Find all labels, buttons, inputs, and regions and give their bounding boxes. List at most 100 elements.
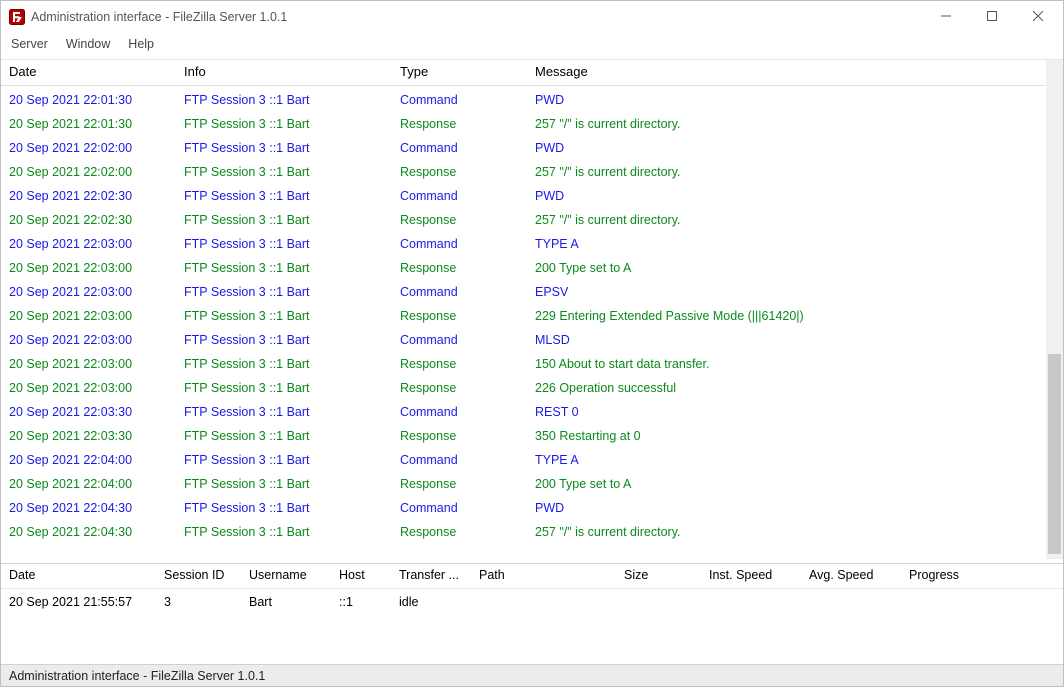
log-cell-message: REST 0: [535, 400, 1046, 424]
log-header-info[interactable]: Info: [184, 64, 400, 79]
log-row[interactable]: 20 Sep 2021 22:02:00FTP Session 3 ::1 Ba…: [9, 136, 1046, 160]
log-cell-date: 20 Sep 2021 22:03:00: [9, 232, 184, 256]
log-cell-message: TYPE A: [535, 448, 1046, 472]
log-header-message[interactable]: Message: [535, 64, 1046, 79]
log-cell-info: FTP Session 3 ::1 Bart: [184, 280, 400, 304]
log-header-date[interactable]: Date: [9, 64, 184, 79]
log-cell-date: 20 Sep 2021 22:03:00: [9, 280, 184, 304]
log-row[interactable]: 20 Sep 2021 22:03:00FTP Session 3 ::1 Ba…: [9, 328, 1046, 352]
log-cell-type: Response: [400, 112, 535, 136]
log-cell-date: 20 Sep 2021 22:03:30: [9, 424, 184, 448]
log-cell-message: PWD: [535, 136, 1046, 160]
log-row[interactable]: 20 Sep 2021 22:03:00FTP Session 3 ::1 Ba…: [9, 256, 1046, 280]
log-body[interactable]: 20 Sep 2021 22:01:30FTP Session 3 ::1 Ba…: [1, 86, 1046, 546]
menu-server[interactable]: Server: [9, 35, 50, 53]
sessions-cell-date: 20 Sep 2021 21:55:57: [9, 591, 164, 613]
log-cell-info: FTP Session 3 ::1 Bart: [184, 328, 400, 352]
statusbar-text: Administration interface - FileZilla Ser…: [9, 669, 265, 683]
sessions-cell-size: [624, 591, 709, 613]
minimize-button[interactable]: [923, 1, 969, 31]
log-row[interactable]: 20 Sep 2021 22:03:30FTP Session 3 ::1 Ba…: [9, 400, 1046, 424]
log-cell-info: FTP Session 3 ::1 Bart: [184, 184, 400, 208]
log-row[interactable]: 20 Sep 2021 22:03:00FTP Session 3 ::1 Ba…: [9, 280, 1046, 304]
log-cell-date: 20 Sep 2021 22:02:00: [9, 136, 184, 160]
log-cell-type: Response: [400, 376, 535, 400]
log-cell-date: 20 Sep 2021 22:03:00: [9, 256, 184, 280]
maximize-button[interactable]: [969, 1, 1015, 31]
log-cell-message: 257 "/" is current directory.: [535, 208, 1046, 232]
log-cell-date: 20 Sep 2021 22:02:30: [9, 208, 184, 232]
log-cell-type: Command: [400, 328, 535, 352]
log-cell-message: 200 Type set to A: [535, 472, 1046, 496]
log-scrollbar[interactable]: [1046, 60, 1063, 559]
log-row[interactable]: 20 Sep 2021 22:03:00FTP Session 3 ::1 Ba…: [9, 232, 1046, 256]
sessions-header-username[interactable]: Username: [249, 568, 339, 582]
log-cell-info: FTP Session 3 ::1 Bart: [184, 424, 400, 448]
log-cell-date: 20 Sep 2021 22:03:00: [9, 376, 184, 400]
close-button[interactable]: [1015, 1, 1061, 31]
log-row[interactable]: 20 Sep 2021 22:04:00FTP Session 3 ::1 Ba…: [9, 472, 1046, 496]
sessions-header-host[interactable]: Host: [339, 568, 399, 582]
sessions-header-instspeed[interactable]: Inst. Speed: [709, 568, 809, 582]
log-cell-date: 20 Sep 2021 22:04:30: [9, 496, 184, 520]
log-cell-message: EPSV: [535, 280, 1046, 304]
window-controls: [923, 1, 1061, 33]
log-row[interactable]: 20 Sep 2021 22:04:30FTP Session 3 ::1 Ba…: [9, 520, 1046, 544]
window-title: Administration interface - FileZilla Ser…: [31, 10, 287, 24]
log-row[interactable]: 20 Sep 2021 22:02:00FTP Session 3 ::1 Ba…: [9, 160, 1046, 184]
log-row[interactable]: 20 Sep 2021 22:01:30FTP Session 3 ::1 Ba…: [9, 88, 1046, 112]
log-cell-date: 20 Sep 2021 22:03:00: [9, 304, 184, 328]
sessions-row[interactable]: 20 Sep 2021 21:55:573Bart::1idle: [9, 591, 1063, 613]
sessions-body[interactable]: 20 Sep 2021 21:55:573Bart::1idle: [1, 589, 1063, 615]
log-header-type[interactable]: Type: [400, 64, 535, 79]
sessions-cell-progress: [909, 591, 1063, 613]
log-cell-message: 350 Restarting at 0: [535, 424, 1046, 448]
sessions-header-path[interactable]: Path: [479, 568, 624, 582]
sessions-cell-session_id: 3: [164, 591, 249, 613]
log-scroll-thumb[interactable]: [1048, 354, 1061, 554]
log-cell-message: 257 "/" is current directory.: [535, 520, 1046, 544]
sessions-header-transfer[interactable]: Transfer ...: [399, 568, 479, 582]
log-cell-type: Response: [400, 304, 535, 328]
log-row[interactable]: 20 Sep 2021 22:03:00FTP Session 3 ::1 Ba…: [9, 376, 1046, 400]
log-row[interactable]: 20 Sep 2021 22:01:30FTP Session 3 ::1 Ba…: [9, 112, 1046, 136]
log-cell-message: 257 "/" is current directory.: [535, 112, 1046, 136]
log-panel: Date Info Type Message 20 Sep 2021 22:01…: [1, 60, 1063, 564]
sessions-header-sessionid[interactable]: Session ID: [164, 568, 249, 582]
log-cell-info: FTP Session 3 ::1 Bart: [184, 352, 400, 376]
log-row[interactable]: 20 Sep 2021 22:03:30FTP Session 3 ::1 Ba…: [9, 424, 1046, 448]
log-row[interactable]: 20 Sep 2021 22:04:30FTP Session 3 ::1 Ba…: [9, 496, 1046, 520]
menu-window[interactable]: Window: [64, 35, 112, 53]
log-cell-message: PWD: [535, 88, 1046, 112]
log-cell-type: Response: [400, 160, 535, 184]
log-cell-info: FTP Session 3 ::1 Bart: [184, 136, 400, 160]
log-cell-type: Response: [400, 352, 535, 376]
log-cell-message: 257 "/" is current directory.: [535, 160, 1046, 184]
sessions-header-progress[interactable]: Progress: [909, 568, 1063, 582]
menu-help[interactable]: Help: [126, 35, 156, 53]
log-cell-type: Response: [400, 520, 535, 544]
log-cell-type: Command: [400, 448, 535, 472]
log-row[interactable]: 20 Sep 2021 22:02:30FTP Session 3 ::1 Ba…: [9, 208, 1046, 232]
log-cell-type: Command: [400, 400, 535, 424]
sessions-header-avgspeed[interactable]: Avg. Speed: [809, 568, 909, 582]
log-cell-message: PWD: [535, 496, 1046, 520]
sessions-header-row: Date Session ID Username Host Transfer .…: [1, 564, 1063, 589]
sessions-header-date[interactable]: Date: [9, 568, 164, 582]
log-row[interactable]: 20 Sep 2021 22:04:00FTP Session 3 ::1 Ba…: [9, 448, 1046, 472]
app-icon: [9, 9, 25, 25]
log-cell-type: Response: [400, 424, 535, 448]
log-cell-message: TYPE A: [535, 232, 1046, 256]
log-cell-date: 20 Sep 2021 22:02:30: [9, 184, 184, 208]
log-row[interactable]: 20 Sep 2021 22:03:00FTP Session 3 ::1 Ba…: [9, 304, 1046, 328]
log-cell-type: Response: [400, 256, 535, 280]
log-row[interactable]: 20 Sep 2021 22:02:30FTP Session 3 ::1 Ba…: [9, 184, 1046, 208]
sessions-cell-host: ::1: [339, 591, 399, 613]
sessions-header-size[interactable]: Size: [624, 568, 709, 582]
log-cell-type: Command: [400, 232, 535, 256]
log-cell-type: Response: [400, 208, 535, 232]
log-cell-type: Command: [400, 136, 535, 160]
log-cell-message: PWD: [535, 184, 1046, 208]
log-row[interactable]: 20 Sep 2021 22:03:00FTP Session 3 ::1 Ba…: [9, 352, 1046, 376]
log-cell-info: FTP Session 3 ::1 Bart: [184, 376, 400, 400]
